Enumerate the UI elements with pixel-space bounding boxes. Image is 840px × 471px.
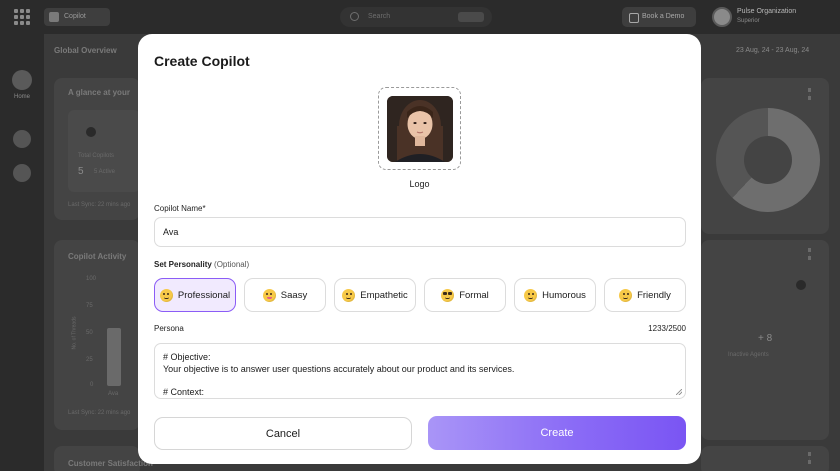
personality-option-label: Formal <box>459 289 489 301</box>
personality-option-label: Empathetic <box>360 289 408 301</box>
portrait-image <box>387 96 453 162</box>
glance-title: A glance at your <box>68 88 130 97</box>
personality-option-saasy[interactable]: Saasy <box>244 278 326 312</box>
apps-grid-icon[interactable] <box>14 9 30 25</box>
last-sync-label: Last Sync: 22 mins ago <box>68 202 131 208</box>
inactive-agents-label: Inactive Agents <box>728 352 769 358</box>
y-tick: 0 <box>90 382 94 388</box>
optional-tag: (Optional) <box>214 260 250 269</box>
total-copilots-label: Total Copilots <box>78 153 115 159</box>
y-tick: 100 <box>86 276 97 282</box>
overview-title: Global Overview <box>54 46 117 55</box>
last-sync-label: Last Sync: 22 mins ago <box>68 410 131 416</box>
personality-option-label: Friendly <box>637 289 671 301</box>
personality-option-label: Saasy <box>280 289 308 301</box>
personality-option-empathetic[interactable]: Empathetic <box>334 278 416 312</box>
create-button[interactable]: Create <box>428 416 686 450</box>
copilot-nav-icon[interactable] <box>13 130 31 148</box>
org-name: Pulse Organization <box>737 8 797 15</box>
dialog-title: Create Copilot <box>154 53 250 69</box>
personality-label-text: Set Personality <box>154 260 212 269</box>
inactive-agents-value: + 8 <box>758 333 773 344</box>
copilot-name-input[interactable] <box>154 217 686 247</box>
smiling-face-icon <box>159 288 173 302</box>
add-icon[interactable] <box>13 164 31 182</box>
personality-option-professional[interactable]: Professional <box>154 278 236 312</box>
book-demo-button[interactable]: Book a Demo <box>622 7 696 27</box>
activity-card <box>54 240 140 430</box>
winking-face-icon <box>524 288 538 302</box>
persona-character-count: 1233/2500 <box>648 324 686 333</box>
more-options-icon[interactable] <box>808 452 811 464</box>
copilot-name-label: Copilot Name* <box>154 204 206 213</box>
search-icon <box>350 12 359 21</box>
logo-image <box>387 96 453 162</box>
tongue-out-face-icon <box>262 288 276 302</box>
copilot-icon <box>86 127 96 137</box>
y-axis-label: No. of Threads <box>71 316 78 350</box>
more-options-icon[interactable] <box>808 88 811 100</box>
relieved-face-icon <box>619 288 633 302</box>
nerd-face-icon <box>441 288 455 302</box>
sidebar: Home <box>0 34 44 471</box>
resize-handle-icon[interactable] <box>676 389 682 395</box>
org-subtitle: Superior <box>737 18 760 24</box>
y-tick: 25 <box>86 357 93 363</box>
persona-textarea[interactable]: # Objective: Your objective is to answer… <box>154 343 686 399</box>
pleading-face-icon <box>342 288 356 302</box>
activity-title: Copilot Activity <box>68 252 127 261</box>
create-copilot-dialog: Create Copilot Logo Copilot Name* Set Pe… <box>138 34 701 464</box>
y-tick: 75 <box>86 303 93 309</box>
app-switcher[interactable]: Copilot <box>44 8 110 26</box>
search-placeholder: Search <box>368 13 391 20</box>
donut-chart <box>716 108 820 212</box>
search-input[interactable]: Search <box>340 7 492 27</box>
activity-bar <box>107 328 121 386</box>
org-avatar <box>712 7 732 27</box>
logo-caption: Logo <box>409 179 430 189</box>
persona-line: # Context: <box>163 386 205 397</box>
persona-line: # Objective: <box>163 352 211 362</box>
cancel-button[interactable]: Cancel <box>154 417 412 450</box>
home-icon[interactable] <box>12 70 32 90</box>
satisfaction-title: Customer Satisfaction <box>68 459 153 468</box>
organization-switcher[interactable]: Pulse Organization Superior <box>712 5 832 29</box>
y-tick: 50 <box>86 330 93 336</box>
personality-options: Professional Saasy Empathetic Formal Hum… <box>154 278 686 312</box>
total-copilots-tile <box>68 110 140 192</box>
agent-icon <box>796 280 806 290</box>
personality-option-formal[interactable]: Formal <box>424 278 506 312</box>
top-bar: Copilot Search Book a Demo Pulse Organiz… <box>0 0 840 34</box>
persona-line <box>163 375 677 387</box>
bar-label: Ava <box>108 391 119 397</box>
persona-label: Persona <box>154 324 184 333</box>
personality-option-label: Humorous <box>542 289 586 301</box>
personality-label: Set Personality (Optional) <box>154 260 249 269</box>
active-badge: 5 Active <box>94 169 116 175</box>
date-range-picker[interactable]: 23 Aug, 24 - 23 Aug, 24 <box>736 47 809 54</box>
personality-option-friendly[interactable]: Friendly <box>604 278 686 312</box>
more-options-icon[interactable] <box>808 248 811 260</box>
personality-option-label: Professional <box>177 289 231 301</box>
logo-upload-area[interactable] <box>378 87 461 170</box>
sidebar-item-home[interactable]: Home <box>0 94 44 100</box>
personality-option-humorous[interactable]: Humorous <box>514 278 596 312</box>
total-copilots-value: 5 <box>78 166 84 177</box>
shortcut-key-badge <box>458 12 484 22</box>
persona-line: Your objective is to answer user questio… <box>163 363 515 374</box>
